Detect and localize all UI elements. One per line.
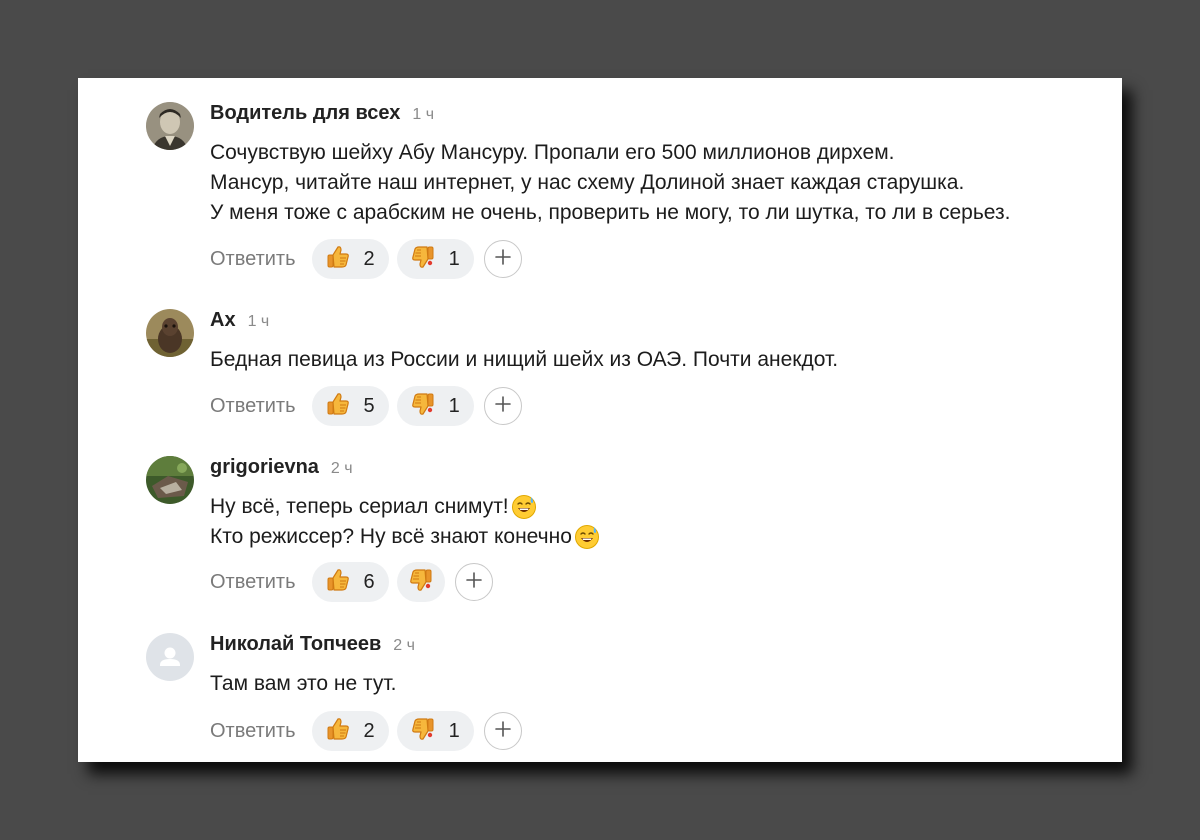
dislike-button[interactable]: 1 [396, 711, 474, 751]
thumbs-down-icon [409, 243, 437, 276]
like-button[interactable]: 6 [311, 562, 389, 602]
comment-time: 1 ч [247, 313, 270, 330]
comment-author[interactable]: Ах [210, 309, 236, 332]
like-button[interactable]: 5 [311, 386, 389, 426]
add-reaction-button[interactable] [483, 712, 522, 750]
comment-actions: Ответить 2 1 [210, 711, 522, 751]
avatar[interactable] [146, 456, 194, 504]
sweat-smile-emoji-icon [574, 524, 600, 550]
dislike-button[interactable]: 1 [396, 239, 474, 279]
plus-icon [465, 571, 483, 594]
thumbs-down-icon [409, 390, 437, 423]
comment-text: Ну всё, теперь сериал снимут! Кто режисс… [210, 492, 1122, 552]
reply-button[interactable]: Ответить [210, 571, 296, 594]
comment-text: Сочувствую шейху Абу Мансуру. Пропали ег… [210, 138, 1122, 228]
comment-time: 2 ч [393, 637, 415, 654]
user-icon [146, 633, 194, 681]
thumbs-up-icon [324, 243, 352, 276]
thumbs-down-icon [407, 566, 435, 599]
sweat-smile-emoji-icon [511, 494, 537, 520]
like-count: 5 [363, 394, 375, 417]
dislike-count: 1 [448, 394, 460, 417]
comment-line: Кто режиссер? Ну всё знают конечно [210, 522, 1122, 552]
avatar[interactable] [146, 102, 194, 150]
comments-panel: Водитель для всех 1 ч Сочувствую шейху А… [78, 78, 1122, 762]
add-reaction-button[interactable] [483, 387, 522, 425]
reply-button[interactable]: Ответить [210, 248, 296, 271]
like-button[interactable]: 2 [311, 711, 389, 751]
comment-line-text: Кто режиссер? Ну всё знают конечно [210, 525, 572, 548]
thumbs-down-icon [409, 715, 437, 748]
plus-icon [494, 248, 512, 271]
comment-actions: Ответить 6 [210, 562, 493, 602]
avatar[interactable] [146, 309, 194, 357]
comment-line: Мансур, читайте наш интернет, у нас схем… [210, 171, 965, 194]
plus-icon [494, 395, 512, 418]
comment-actions: Ответить 2 1 [210, 239, 522, 279]
comment-line: Ну всё, теперь сериал снимут! [210, 492, 1122, 522]
reply-button[interactable]: Ответить [210, 720, 296, 743]
avatar[interactable] [146, 633, 194, 681]
reply-button[interactable]: Ответить [210, 395, 296, 418]
thumbs-up-icon [324, 715, 352, 748]
comment-time: 2 ч [330, 460, 353, 477]
comment-text: Там вам это не тут. [210, 669, 1122, 699]
dislike-button[interactable]: 1 [396, 386, 474, 426]
comment-line: Бедная певица из России и нищий шейх из … [210, 348, 839, 371]
thumbs-up-icon [324, 566, 352, 599]
comment-line: Там вам это не тут. [210, 672, 397, 695]
comment-author[interactable]: Водитель для всех [210, 102, 400, 125]
like-count: 6 [363, 570, 375, 593]
comment-line: У меня тоже с арабским не очень, провери… [210, 201, 1011, 224]
add-reaction-button[interactable] [483, 240, 522, 278]
dislike-count: 1 [448, 247, 460, 270]
comment-author[interactable]: grigorievna [210, 456, 319, 479]
plus-icon [494, 720, 512, 743]
thumbs-up-icon [324, 390, 352, 423]
dislike-count: 1 [448, 719, 460, 742]
comment-line: Сочувствую шейху Абу Мансуру. Пропали ег… [210, 141, 895, 164]
like-button[interactable]: 2 [311, 239, 389, 279]
comment-text: Бедная певица из России и нищий шейх из … [210, 345, 1122, 375]
comment-time: 1 ч [412, 106, 435, 123]
add-reaction-button[interactable] [454, 563, 493, 601]
comment-author[interactable]: Николай Топчеев [210, 633, 381, 656]
like-count: 2 [363, 719, 375, 742]
comment-line-text: Ну всё, теперь сериал снимут! [210, 495, 509, 518]
comment-actions: Ответить 5 1 [210, 386, 522, 426]
like-count: 2 [363, 247, 375, 270]
dislike-button[interactable] [396, 562, 445, 602]
